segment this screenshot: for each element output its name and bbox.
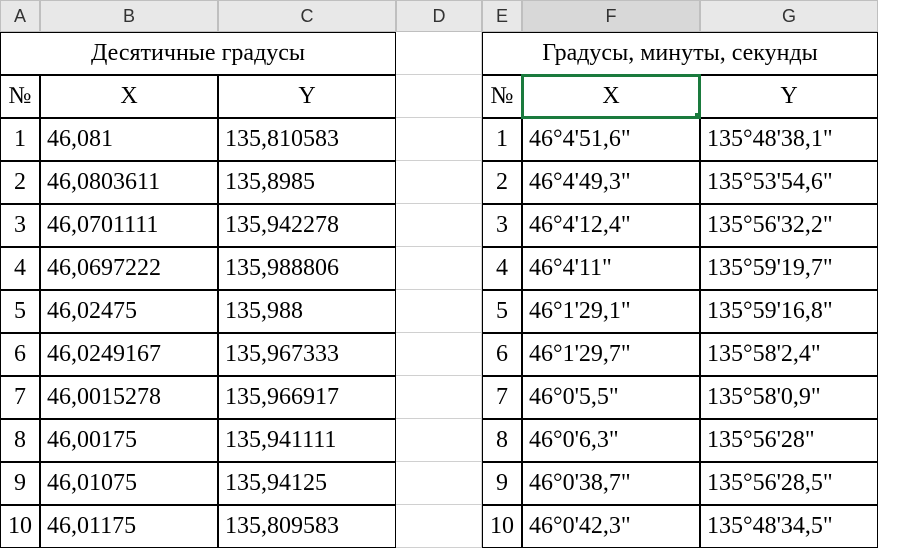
right-header-x[interactable]: X bbox=[522, 75, 700, 118]
left-row-x[interactable]: 46,0803611 bbox=[40, 161, 218, 204]
right-row-y[interactable]: 135°56'28,5" bbox=[700, 462, 878, 505]
col-header-E[interactable]: E bbox=[482, 0, 522, 32]
left-row-y[interactable]: 135,966917 bbox=[218, 376, 396, 419]
right-row-x[interactable]: 46°0'5,5" bbox=[522, 376, 700, 419]
left-row-y[interactable]: 135,809583 bbox=[218, 505, 396, 548]
right-row-x[interactable]: 46°0'6,3" bbox=[522, 419, 700, 462]
left-row-num[interactable]: 5 bbox=[0, 290, 40, 333]
right-row-x[interactable]: 46°4'49,3" bbox=[522, 161, 700, 204]
right-row-num[interactable]: 5 bbox=[482, 290, 522, 333]
empty-cell[interactable] bbox=[396, 419, 482, 462]
right-row-y[interactable]: 135°48'38,1" bbox=[700, 118, 878, 161]
right-row-y[interactable]: 135°59'19,7" bbox=[700, 247, 878, 290]
right-row-num[interactable]: 6 bbox=[482, 333, 522, 376]
left-header-num[interactable]: № bbox=[0, 75, 40, 118]
right-row-y[interactable]: 135°56'32,2" bbox=[700, 204, 878, 247]
left-row-num[interactable]: 1 bbox=[0, 118, 40, 161]
left-row-num[interactable]: 4 bbox=[0, 247, 40, 290]
col-header-G[interactable]: G bbox=[700, 0, 878, 32]
empty-cell[interactable] bbox=[396, 290, 482, 333]
col-header-F[interactable]: F bbox=[522, 0, 700, 32]
right-row-num[interactable]: 2 bbox=[482, 161, 522, 204]
left-row-y[interactable]: 135,810583 bbox=[218, 118, 396, 161]
right-row-num[interactable]: 10 bbox=[482, 505, 522, 548]
left-row-num[interactable]: 2 bbox=[0, 161, 40, 204]
left-row-y[interactable]: 135,967333 bbox=[218, 333, 396, 376]
right-row-x[interactable]: 46°4'11" bbox=[522, 247, 700, 290]
col-header-D[interactable]: D bbox=[396, 0, 482, 32]
left-table-title[interactable]: Десятичные градусы bbox=[0, 32, 396, 75]
right-row-y[interactable]: 135°59'16,8" bbox=[700, 290, 878, 333]
empty-cell[interactable] bbox=[396, 204, 482, 247]
empty-cell[interactable] bbox=[396, 247, 482, 290]
empty-cell[interactable] bbox=[396, 333, 482, 376]
left-row-x[interactable]: 46,02475 bbox=[40, 290, 218, 333]
right-row-x[interactable]: 46°0'42,3" bbox=[522, 505, 700, 548]
right-row-y[interactable]: 135°48'34,5" bbox=[700, 505, 878, 548]
empty-cell[interactable] bbox=[396, 75, 482, 118]
right-row-x[interactable]: 46°0'38,7" bbox=[522, 462, 700, 505]
left-row-num[interactable]: 9 bbox=[0, 462, 40, 505]
left-row-num[interactable]: 8 bbox=[0, 419, 40, 462]
right-row-num[interactable]: 8 bbox=[482, 419, 522, 462]
right-row-x[interactable]: 46°4'12,4" bbox=[522, 204, 700, 247]
spreadsheet-grid[interactable]: A B C D E F G Десятичные градусы Градусы… bbox=[0, 0, 920, 548]
left-row-x[interactable]: 46,00175 bbox=[40, 419, 218, 462]
empty-cell[interactable] bbox=[396, 32, 482, 75]
right-header-num[interactable]: № bbox=[482, 75, 522, 118]
left-row-x[interactable]: 46,0249167 bbox=[40, 333, 218, 376]
left-row-x[interactable]: 46,01175 bbox=[40, 505, 218, 548]
right-row-y[interactable]: 135°58'0,9" bbox=[700, 376, 878, 419]
left-row-num[interactable]: 3 bbox=[0, 204, 40, 247]
left-header-x[interactable]: X bbox=[40, 75, 218, 118]
right-row-num[interactable]: 1 bbox=[482, 118, 522, 161]
left-row-y[interactable]: 135,94125 bbox=[218, 462, 396, 505]
left-row-num[interactable]: 6 bbox=[0, 333, 40, 376]
left-row-x[interactable]: 46,0697222 bbox=[40, 247, 218, 290]
right-row-num[interactable]: 9 bbox=[482, 462, 522, 505]
right-row-y[interactable]: 135°58'2,4" bbox=[700, 333, 878, 376]
left-row-x[interactable]: 46,081 bbox=[40, 118, 218, 161]
left-row-y[interactable]: 135,8985 bbox=[218, 161, 396, 204]
left-row-y[interactable]: 135,941111 bbox=[218, 419, 396, 462]
empty-cell[interactable] bbox=[396, 462, 482, 505]
right-row-num[interactable]: 4 bbox=[482, 247, 522, 290]
empty-cell[interactable] bbox=[396, 118, 482, 161]
empty-cell[interactable] bbox=[396, 505, 482, 548]
right-table-title[interactable]: Градусы, минуты, секунды bbox=[482, 32, 878, 75]
left-header-y[interactable]: Y bbox=[218, 75, 396, 118]
left-row-x[interactable]: 46,0701111 bbox=[40, 204, 218, 247]
col-header-C[interactable]: C bbox=[218, 0, 396, 32]
left-row-x[interactable]: 46,01075 bbox=[40, 462, 218, 505]
col-header-B[interactable]: B bbox=[40, 0, 218, 32]
left-row-x[interactable]: 46,0015278 bbox=[40, 376, 218, 419]
left-row-y[interactable]: 135,942278 bbox=[218, 204, 396, 247]
left-row-num[interactable]: 7 bbox=[0, 376, 40, 419]
right-row-x[interactable]: 46°1'29,1" bbox=[522, 290, 700, 333]
right-row-num[interactable]: 3 bbox=[482, 204, 522, 247]
col-header-A[interactable]: A bbox=[0, 0, 40, 32]
right-row-x[interactable]: 46°1'29,7" bbox=[522, 333, 700, 376]
left-row-y[interactable]: 135,988806 bbox=[218, 247, 396, 290]
right-row-y[interactable]: 135°53'54,6" bbox=[700, 161, 878, 204]
left-row-num[interactable]: 10 bbox=[0, 505, 40, 548]
empty-cell[interactable] bbox=[396, 376, 482, 419]
right-header-y[interactable]: Y bbox=[700, 75, 878, 118]
right-row-x[interactable]: 46°4'51,6" bbox=[522, 118, 700, 161]
right-row-y[interactable]: 135°56'28" bbox=[700, 419, 878, 462]
left-row-y[interactable]: 135,988 bbox=[218, 290, 396, 333]
empty-cell[interactable] bbox=[396, 161, 482, 204]
right-row-num[interactable]: 7 bbox=[482, 376, 522, 419]
